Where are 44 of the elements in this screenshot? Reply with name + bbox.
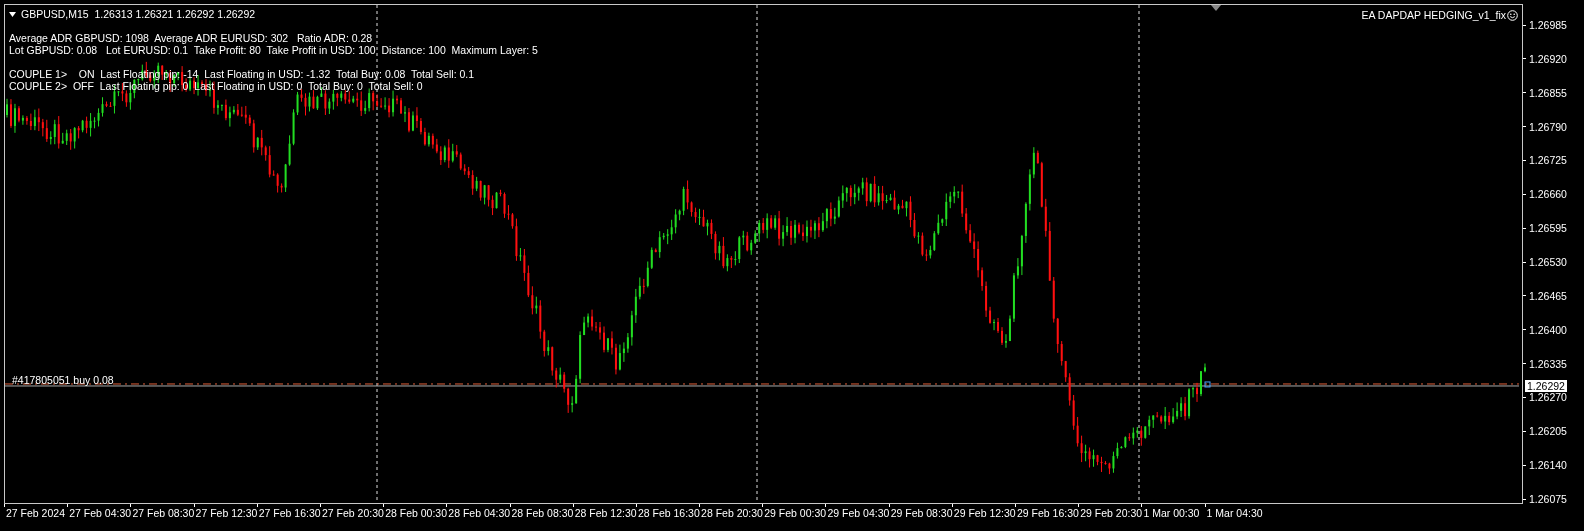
price-tick: 1.26530 bbox=[1529, 256, 1567, 268]
time-label: 27 Feb 08:30 bbox=[131, 507, 195, 519]
time-label: 27 Feb 04:30 bbox=[68, 507, 132, 519]
time-label: 27 Feb 12:30 bbox=[194, 507, 258, 519]
price-tick: 1.26205 bbox=[1529, 425, 1567, 438]
info-text: Lot GBPUSD: 0.08 Lot EURUSD: 0.1 Take Profit: 80 Take Profit in USD: 100 Distance: 100 Maximum Layer: 5 bbox=[9, 44, 538, 56]
time-label: 28 Feb 12:30 bbox=[573, 507, 637, 519]
price-tick: 1.26660 bbox=[1529, 188, 1567, 201]
dropdown-caret-icon[interactable] bbox=[9, 11, 16, 17]
time-label: 29 Feb 04:30 bbox=[826, 507, 890, 519]
time-label: 29 Feb 20:30 bbox=[1079, 507, 1143, 519]
price-tick: 1.26725 bbox=[1529, 154, 1567, 167]
price-tick: 1.26140 bbox=[1529, 459, 1567, 472]
info-text: Average ADR GBPUSD: 1098 Average ADR EURUSD: 302 Ratio ADR: 0.28 bbox=[9, 32, 374, 44]
time-label: 27 Feb 20:30 bbox=[320, 507, 384, 519]
time-label: 29 Feb 16:30 bbox=[1016, 507, 1079, 519]
time-label: 29 Feb 08:30 bbox=[889, 507, 953, 519]
price-tick: 1.26920 bbox=[1529, 52, 1567, 65]
expert-name: EA DAPDAP HEDGING_v1_fix bbox=[1361, 9, 1506, 21]
time-label: 28 Feb 04:30 bbox=[447, 507, 511, 519]
price-tick: 1.26335 bbox=[1529, 357, 1567, 370]
price-tick: 1.26075 bbox=[1529, 493, 1567, 505]
time-label: 29 Feb 12:30 bbox=[952, 507, 1016, 519]
time-label: 28 Feb 08:30 bbox=[510, 507, 574, 519]
price-tick: 1.26790 bbox=[1529, 120, 1567, 133]
time-label: 1 Mar 04:30 bbox=[1205, 507, 1263, 519]
time-label: 1 Mar 00:30 bbox=[1142, 507, 1200, 519]
price-tick: 1.26855 bbox=[1529, 86, 1567, 99]
price-tick: 1.26400 bbox=[1529, 323, 1567, 336]
price-tick: 1.26270 bbox=[1529, 391, 1567, 404]
symbol-quote: GBPUSD,M15 1.26313 1.26321 1.26292 1.26292 bbox=[21, 8, 256, 20]
time-label: 27 Feb 2024 bbox=[5, 507, 65, 519]
shift-marker-icon[interactable] bbox=[1211, 5, 1221, 11]
time-label: 28 Feb 00:30 bbox=[384, 507, 447, 519]
current-price-tag: 1.26292 bbox=[1525, 379, 1567, 392]
price-tick: 1.26465 bbox=[1529, 289, 1567, 302]
price-tick: 1.26595 bbox=[1529, 222, 1567, 235]
time-label: 29 Feb 00:30 bbox=[763, 507, 827, 519]
time-label: 28 Feb 20:30 bbox=[700, 507, 763, 519]
time-label: 28 Feb 16:30 bbox=[636, 507, 700, 519]
smiley-icon bbox=[1507, 9, 1518, 21]
time-label: 27 Feb 16:30 bbox=[257, 507, 321, 519]
order-label: #417805051 buy 0.08 bbox=[12, 374, 114, 386]
price-tick: 1.26985 bbox=[1529, 19, 1567, 31]
